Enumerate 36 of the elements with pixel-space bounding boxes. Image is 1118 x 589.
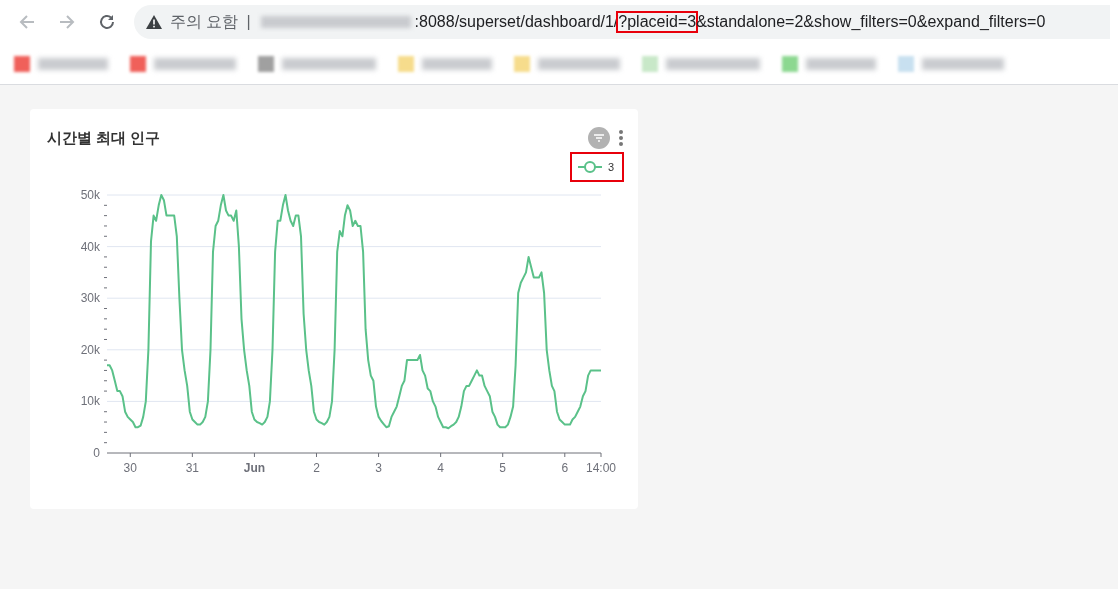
back-arrow-icon [18,13,36,31]
x-axis-label: 14:00 [586,461,616,475]
blurred-bookmark[interactable] [130,56,236,72]
url-text: :8088/superset/dashboard/1/ [414,13,619,31]
filter-icon[interactable] [588,127,610,149]
blurred-bookmark[interactable] [14,56,108,72]
x-axis-label: Jun [243,461,266,475]
blurred-bookmark[interactable] [642,56,760,72]
warning-icon [146,15,162,29]
y-axis-label: 40k [80,239,100,254]
legend-label: 3 [608,161,615,173]
y-axis-label: 20k [80,342,100,357]
forward-arrow-icon [58,13,76,31]
reload-icon [98,13,116,31]
x-axis-label: 4 [437,461,444,475]
y-axis-label: 50k [80,188,100,202]
y-axis-label: 10k [80,394,100,409]
separator: | [246,13,251,31]
x-axis-label: 3 [375,461,382,475]
x-axis-label: 6 [561,461,569,475]
x-axis-label: 30 [123,461,137,475]
x-axis-label: 2 [313,461,320,475]
blurred-bookmark[interactable] [398,56,492,72]
blurred-bookmark[interactable] [258,56,376,72]
y-axis-label: 0 [93,446,100,460]
x-axis-label: 5 [499,461,507,475]
chart-title: 시간별 최대 인구 [47,128,161,148]
y-axis-label: 30k [80,291,100,306]
blurred-bookmark[interactable] [782,56,876,72]
security-label: 주의 요함 [170,11,239,32]
more-icon[interactable] [618,129,624,147]
blurred-bookmark[interactable] [898,56,1004,72]
url-text: ?placeid=3 [618,13,697,31]
x-axis-label: 31 [185,461,200,475]
blurred-bookmark[interactable] [514,56,620,72]
legend-line-icon[interactable] [577,161,603,173]
